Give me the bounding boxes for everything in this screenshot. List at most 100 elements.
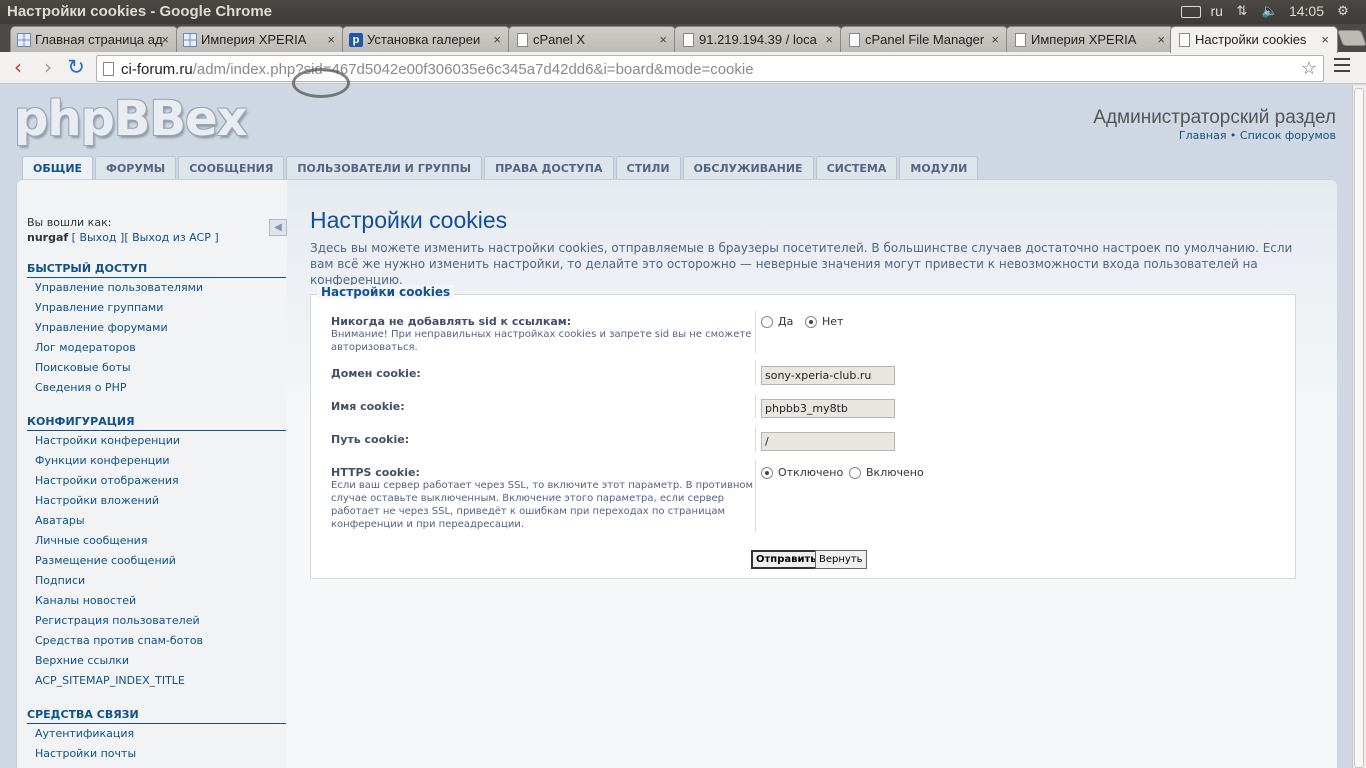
menu-item[interactable]: Размещение сообщений — [35, 554, 203, 574]
field-cookie-path: Путь cookie: — [331, 433, 771, 446]
menu-item[interactable]: Средства против спам-ботов — [35, 634, 203, 654]
tab-general[interactable]: ОБЩИЕ — [22, 156, 94, 180]
page-icon — [103, 62, 114, 76]
logged-in-label: Вы вошли как: — [27, 216, 112, 229]
field-label: Имя cookie: — [331, 400, 405, 413]
menu-item[interactable]: Настройки почты — [35, 747, 136, 767]
tab-users-groups[interactable]: ПОЛЬЗОВАТЕЛИ И ГРУППЫ — [286, 156, 483, 179]
close-tab-icon[interactable]: × — [161, 32, 169, 47]
forward-arrow-icon[interactable]: › — [36, 56, 60, 80]
menu-section-configuration: Конфигурация — [27, 415, 286, 431]
p-favicon-icon: p — [349, 33, 363, 47]
logout-link[interactable]: [ Выход ] — [72, 231, 125, 244]
menu-item[interactable]: Подписи — [35, 574, 203, 594]
menu-item[interactable]: ACP_SITEMAP_INDEX_TITLE — [35, 674, 203, 694]
tab-maintenance[interactable]: ОБСЛУЖИВАНИЕ — [682, 156, 814, 179]
close-tab-icon[interactable]: × — [1321, 32, 1329, 47]
radio-button-checked[interactable] — [761, 466, 773, 479]
browser-tab[interactable]: Империя XPERIA × — [1006, 26, 1174, 52]
close-tab-icon[interactable]: × — [659, 32, 667, 47]
field-no-sid: Никогда не добавлять sid к ссылкам: Вним… — [331, 315, 771, 354]
logout-acp-link[interactable]: [ Выход из ACP ] — [124, 231, 218, 244]
reset-button[interactable]: Вернуть — [815, 550, 867, 569]
close-tab-icon[interactable]: × — [825, 32, 833, 47]
address-bar[interactable]: ci-forum.ru/adm/index.php?sid=467d5042e0… — [96, 55, 1324, 82]
browser-tab[interactable]: Главная страница ад × — [10, 26, 178, 52]
menu-item[interactable]: Аутентификация — [35, 727, 136, 747]
browser-tab[interactable]: cPanel File Manager × — [840, 26, 1008, 52]
submit-button[interactable]: Отправить — [751, 550, 822, 569]
new-tab-button[interactable] — [1337, 30, 1366, 46]
tab-modules[interactable]: МОДУЛИ — [899, 156, 979, 179]
grid-favicon-icon — [17, 33, 31, 47]
menu-item[interactable]: Лог модераторов — [35, 341, 203, 361]
collapse-sidebar-button[interactable]: ◀ — [269, 219, 287, 236]
https-off-radio[interactable]: Отключено — [761, 466, 843, 479]
menu-item[interactable]: Настройки конференции — [35, 434, 203, 454]
tab-label: Установка галереи — [367, 32, 481, 47]
browser-tab[interactable]: Империя XPERIA × — [176, 26, 344, 52]
scrollbar-thumb[interactable] — [1354, 88, 1364, 768]
radio-button[interactable] — [761, 315, 773, 328]
tab-styles[interactable]: СТИЛИ — [615, 156, 681, 179]
menu-item[interactable]: Сведения о PHP — [35, 381, 203, 401]
menu-item[interactable]: Каналы новостей — [35, 594, 203, 614]
keyboard-layout[interactable]: ru — [1211, 3, 1223, 19]
chrome-menu-icon[interactable] — [1334, 58, 1350, 72]
tab-forums[interactable]: ФОРУМЫ — [95, 156, 177, 179]
keyboard-icon[interactable] — [1180, 6, 1201, 18]
browser-tab[interactable]: p Установка галереи × — [342, 26, 510, 52]
field-label: HTTPS cookie: — [331, 466, 420, 479]
cookie-name-input[interactable] — [761, 399, 895, 418]
network-icon[interactable]: ⇅ — [1233, 4, 1251, 18]
tab-posting[interactable]: СООБЩЕНИЯ — [178, 156, 285, 179]
back-arrow-icon[interactable]: ‹ — [6, 56, 30, 80]
menu-item[interactable]: Личные сообщения — [35, 534, 203, 554]
browser-tab[interactable]: cPanel X × — [508, 26, 676, 52]
system-tray: ru ⇅ 🔈 14:05 ⚙ — [1180, 3, 1353, 19]
menu-item[interactable]: Настройки вложений — [35, 494, 203, 514]
header-links: Главная • Список форумов — [1179, 129, 1336, 142]
radio-button-checked[interactable] — [805, 315, 817, 328]
acp-title: Администраторский раздел — [1093, 107, 1336, 128]
menu-item[interactable]: Управление группами — [35, 301, 203, 321]
no-sid-no-radio[interactable]: Нет — [805, 315, 843, 328]
bookmark-star-icon[interactable]: ☆ — [1301, 58, 1317, 79]
menu-list-configuration: Настройки конференции Функции конференци… — [35, 434, 203, 694]
clock[interactable]: 14:05 — [1289, 3, 1324, 19]
browser-tab-active[interactable]: Настройки cookies × — [1170, 26, 1338, 53]
page-favicon-icon — [517, 33, 528, 47]
menu-item[interactable]: Настройки отображения — [35, 474, 203, 494]
login-line: nurgaf [ Выход ][ Выход из ACP ] — [27, 231, 219, 244]
home-link[interactable]: Главная — [1179, 129, 1227, 142]
cookie-domain-input[interactable] — [761, 366, 895, 385]
username: nurgaf — [27, 231, 69, 244]
menu-item[interactable]: Регистрация пользователей — [35, 614, 203, 634]
https-on-radio[interactable]: Включено — [849, 466, 924, 479]
no-sid-yes-radio[interactable]: Да — [761, 315, 793, 328]
cookie-path-input[interactable] — [761, 432, 895, 451]
menu-item[interactable]: Аватары — [35, 514, 203, 534]
column-divider — [755, 394, 756, 418]
menu-item[interactable]: Верхние ссылки — [35, 654, 203, 674]
tab-system[interactable]: СИСТЕМА — [815, 156, 898, 179]
menu-item[interactable]: Управление форумами — [35, 321, 203, 341]
menu-item[interactable]: Функции конференции — [35, 454, 203, 474]
reload-icon[interactable]: ↻ — [64, 56, 88, 80]
close-tab-icon[interactable]: × — [991, 32, 999, 47]
os-top-bar: Настройки cookies - Google Chrome ru ⇅ 🔈… — [0, 0, 1366, 24]
radio-button[interactable] — [849, 466, 861, 479]
close-tab-icon[interactable]: × — [327, 32, 335, 47]
menu-item[interactable]: Управление пользователями — [35, 281, 203, 301]
close-tab-icon[interactable]: × — [493, 32, 501, 47]
settings-gear-icon[interactable]: ⚙ — [1334, 4, 1352, 18]
radio-label: Да — [778, 315, 794, 328]
forum-list-link[interactable]: Список форумов — [1240, 129, 1336, 142]
tab-permissions[interactable]: ПРАВА ДОСТУПА — [484, 156, 614, 179]
browser-tab[interactable]: 91.219.194.39 / loca × — [674, 26, 842, 52]
phpbbex-logo[interactable]: phpBBex — [14, 91, 248, 147]
menu-item[interactable]: Поисковые боты — [35, 361, 203, 381]
volume-icon[interactable]: 🔈 — [1261, 4, 1279, 18]
close-tab-icon[interactable]: × — [1157, 32, 1165, 47]
field-https-cookie: HTTPS cookie: Если ваш сервер работает ч… — [331, 466, 771, 531]
